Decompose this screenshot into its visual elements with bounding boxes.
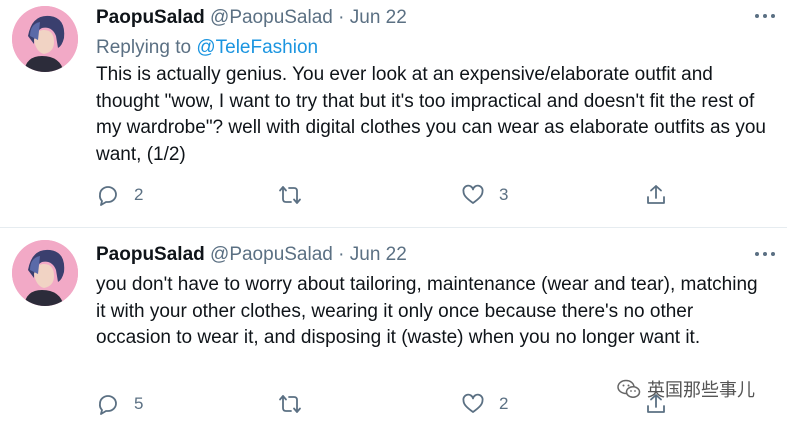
tweet-text: This is actually genius. You ever look a… xyxy=(96,64,766,165)
author-name[interactable]: PaopuSalad xyxy=(96,244,205,265)
tweet-date[interactable]: Jun 22 xyxy=(350,244,407,265)
replying-to: Replying to @TeleFashion xyxy=(96,37,318,59)
like-button[interactable]: 3 xyxy=(461,181,508,209)
separator: · xyxy=(338,7,345,28)
avatar-image xyxy=(12,240,78,306)
separator: · xyxy=(338,244,345,265)
retweet-button[interactable] xyxy=(278,181,302,209)
tweet-text: you don't have to worry about tailoring,… xyxy=(96,274,758,348)
watermark-text: 英国那些事儿 xyxy=(647,380,755,400)
tweet[interactable]: PaopuSalad @PaopuSalad · Jun 22 Replying… xyxy=(0,0,787,228)
share-icon xyxy=(647,185,665,204)
wechat-icon xyxy=(617,379,641,398)
tweet-actions: 2 3 xyxy=(96,181,676,209)
avatar[interactable] xyxy=(12,240,78,306)
replying-to-handle[interactable]: @TeleFashion xyxy=(196,37,318,58)
like-count: 3 xyxy=(499,185,509,204)
avatar[interactable] xyxy=(12,6,78,72)
tweet-header: PaopuSalad @PaopuSalad · Jun 22 xyxy=(96,7,407,29)
author-name[interactable]: PaopuSalad xyxy=(96,7,205,28)
tweet-actions: 5 2 xyxy=(96,390,676,418)
more-icon[interactable] xyxy=(752,244,778,264)
tweet-date[interactable]: Jun 22 xyxy=(350,7,407,28)
reply-icon xyxy=(99,186,117,206)
reply-button[interactable]: 5 xyxy=(96,390,143,418)
retweet-button[interactable] xyxy=(278,390,302,418)
author-handle[interactable]: @PaopuSalad xyxy=(210,244,333,265)
reply-icon xyxy=(99,395,117,415)
reply-button[interactable]: 2 xyxy=(96,181,143,209)
avatar-image xyxy=(12,6,78,72)
share-button[interactable] xyxy=(644,181,668,209)
replying-to-label: Replying to xyxy=(96,37,192,58)
heart-icon xyxy=(462,184,484,204)
retweet-icon xyxy=(279,186,301,204)
watermark: 英国那些事儿 xyxy=(617,376,755,402)
reply-count: 5 xyxy=(134,394,144,413)
heart-icon xyxy=(462,393,484,413)
reply-count: 2 xyxy=(134,185,144,204)
like-button[interactable]: 2 xyxy=(461,390,508,418)
like-count: 2 xyxy=(499,394,509,413)
more-icon[interactable] xyxy=(752,6,778,26)
retweet-icon xyxy=(279,395,301,413)
tweet-header: PaopuSalad @PaopuSalad · Jun 22 xyxy=(96,244,407,266)
author-handle[interactable]: @PaopuSalad xyxy=(210,7,333,28)
